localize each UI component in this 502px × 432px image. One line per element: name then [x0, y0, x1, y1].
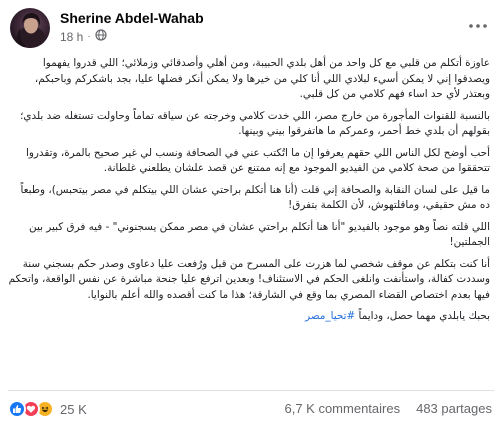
post-body: عاوزة أتكلم من قلبي مع كل واحد من أهل بل… [8, 56, 490, 331]
more-options-icon[interactable] [466, 14, 490, 38]
separator-dot: · [87, 31, 91, 42]
post-paragraph: اللي قلته نصاً وهو موجود بالفيديو "أنا ه… [29, 220, 490, 249]
post-meta: 18 h · [60, 29, 107, 44]
post-time[interactable]: 18 h [60, 30, 83, 44]
divider [8, 390, 494, 391]
reactions-summary[interactable]: 25 K [8, 398, 87, 420]
avatar[interactable] [10, 8, 50, 48]
post-stats: 6,7 K commentaires 483 partages [284, 401, 492, 416]
globe-icon [95, 29, 107, 44]
like-icon [8, 400, 26, 418]
post-header: Sherine Abdel-Wahab 18 h · [10, 8, 492, 48]
avatar-portrait [16, 13, 45, 48]
comments-count[interactable]: 6,7 K commentaires [284, 401, 400, 416]
post-paragraph: أحب أوضح لكل الناس اللي حقهم يعرفوا إن م… [26, 146, 490, 175]
hashtag-link[interactable]: #تحيا_مصر [305, 310, 355, 322]
facebook-post: Sherine Abdel-Wahab 18 h · عاوزة أتكلم م… [0, 0, 502, 432]
post-paragraph: بحبك يابلدي مهما حصل، ودايماً #تحيا_مصر [8, 309, 490, 325]
post-paragraph: أنا كنت بتكلم عن موقف شخصي لما هزرت على … [8, 257, 490, 301]
reaction-count[interactable]: 25 K [60, 402, 87, 417]
post-paragraph: عاوزة أتكلم من قلبي مع كل واحد من أهل بل… [34, 57, 490, 100]
closing-text: بحبك يابلدي مهما حصل، ودايماً [358, 310, 490, 322]
post-paragraph: بالنسبة للقنوات المأجورة من خارج مصر، ال… [20, 109, 490, 138]
post-paragraph: ما قيل على لسان النقابة والصحافة إني قلت… [20, 183, 490, 212]
author-name[interactable]: Sherine Abdel-Wahab [60, 10, 204, 26]
shares-count[interactable]: 483 partages [416, 401, 492, 416]
